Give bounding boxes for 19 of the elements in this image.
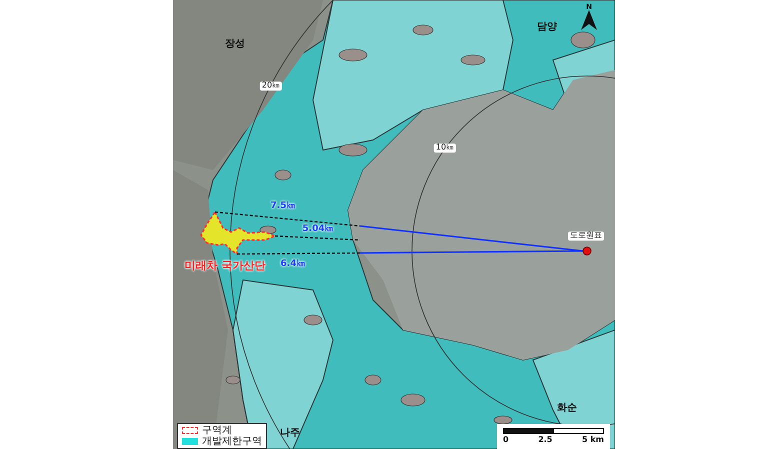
region-label: 나주	[280, 428, 300, 438]
region-label: 화순	[557, 402, 577, 414]
region-label: 장성	[225, 38, 245, 50]
distance-label: 6.4㎞	[280, 260, 306, 270]
landmark-label: 도로원표	[568, 232, 604, 240]
scale-label: 2.5	[538, 436, 552, 444]
distance-label: 7.5㎞	[270, 202, 296, 212]
legend-label: 개발제한구역	[202, 436, 262, 447]
ring-label: 20㎞	[260, 82, 282, 90]
north-arrow-icon	[581, 10, 597, 30]
ring-label: 10㎞	[434, 144, 456, 152]
location-dot	[582, 246, 592, 256]
region-label: 담양	[537, 22, 557, 32]
legend-label: 구역계	[202, 425, 232, 436]
scale-label: 5 km	[582, 436, 604, 444]
distance-label: 5.04㎞	[302, 225, 334, 235]
boundary-swatch	[182, 427, 198, 434]
zone-swatch	[182, 438, 198, 445]
scale-label: 0	[503, 436, 509, 444]
